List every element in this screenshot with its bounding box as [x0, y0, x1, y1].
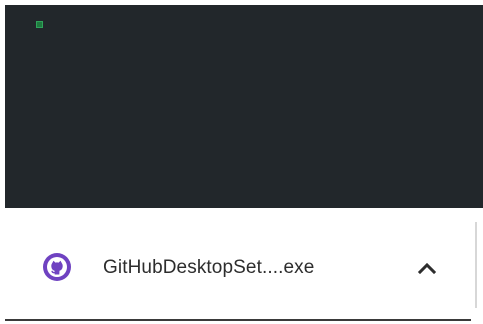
download-file-name[interactable]: GitHubDesktopSet....exe: [103, 256, 314, 280]
browser-window: GitHubDesktopSet....exe: [0, 0, 483, 324]
green-indicator-icon: [36, 21, 43, 28]
chevron-up-icon: [417, 262, 437, 275]
download-shelf-divider: [475, 222, 477, 308]
page-content-area: [5, 5, 483, 208]
download-item[interactable]: GitHubDesktopSet....exe: [5, 208, 471, 321]
download-shelf: GitHubDesktopSet....exe: [5, 208, 483, 324]
download-menu-button[interactable]: [409, 250, 445, 286]
github-icon: [42, 252, 72, 282]
